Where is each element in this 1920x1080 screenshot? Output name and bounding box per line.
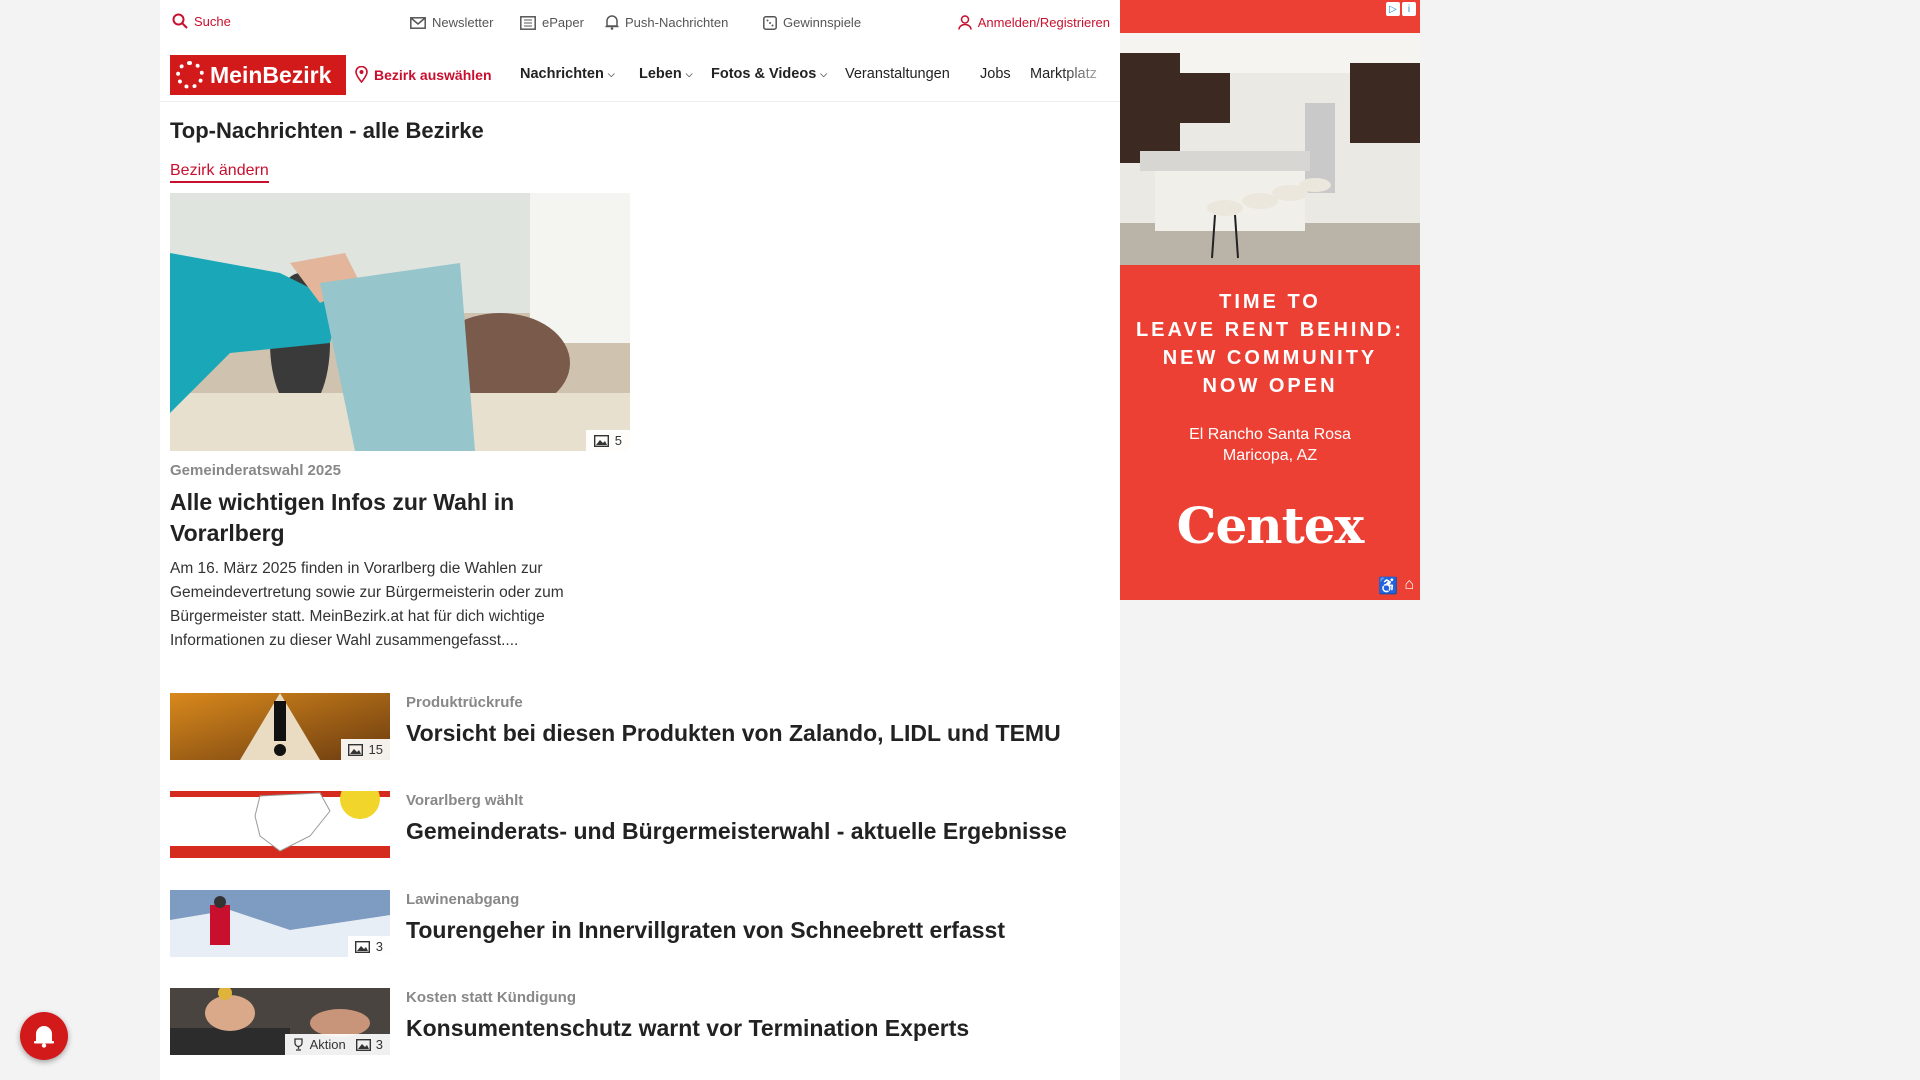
change-bezirk-link[interactable]: Bezirk ändern — [170, 162, 269, 183]
gewinnspiele-label: Gewinnspiele — [783, 15, 862, 30]
ballot-photo — [170, 193, 630, 451]
bezirk-select-label: Bezirk auswählen — [374, 66, 492, 83]
image-count-badge: 3 — [347, 936, 390, 957]
login-link[interactable]: Anmelden/Registrieren — [958, 15, 1110, 30]
gewinnspiele-link[interactable]: Gewinnspiele — [763, 15, 861, 30]
location-pin-icon — [355, 66, 368, 83]
nav-item-label: Jobs — [980, 66, 1011, 82]
ad-headline: TIME TO LEAVE RENT BEHIND: NEW COMMUNITY… — [1120, 288, 1420, 400]
tag-badge: Aktion 3 — [284, 1034, 390, 1055]
nav-item-jobs[interactable]: Jobs — [980, 66, 1011, 82]
image-count: 3 — [375, 1037, 383, 1052]
accessibility-icon: ♿ — [1378, 578, 1399, 595]
chevron-down-icon: ⌵ — [607, 68, 615, 79]
article-kicker: Kosten statt Kündigung — [406, 989, 576, 1006]
nav-item-veranstaltungen[interactable]: Veranstaltungen — [845, 66, 950, 82]
newsletter-link[interactable]: Newsletter — [410, 15, 493, 30]
ad-headline-line: NEW COMMUNITY — [1162, 347, 1378, 369]
image-count: 5 — [614, 433, 622, 448]
info-icon: i — [1402, 2, 1416, 16]
push-label: Push-Nachrichten — [625, 15, 729, 30]
image-count-badge: 5 — [585, 430, 630, 451]
gallery-icon — [354, 940, 370, 953]
epaper-link[interactable]: ePaper — [520, 15, 584, 30]
nav-item-label: Fotos & Videos — [711, 66, 817, 82]
logo-text: MeinBezirk — [210, 61, 332, 88]
gallery-icon — [347, 743, 363, 756]
article-thumbnail — [170, 791, 390, 858]
logo[interactable]: MeinBezirk — [170, 55, 346, 95]
chevron-down-icon: ⌵ — [820, 68, 828, 79]
mail-icon — [410, 16, 426, 29]
lead-kicker: Gemeinderatswahl 2025 — [170, 462, 341, 479]
ad-location: El Rancho Santa Rosa Maricopa, AZ — [1120, 424, 1420, 466]
login-label: Anmelden/Registrieren — [977, 15, 1110, 30]
push-notification-button[interactable] — [20, 1012, 68, 1060]
ad-location-line: Maricopa, AZ — [1222, 447, 1318, 464]
nav-item-nachrichten[interactable]: Nachrichten ⌵ — [520, 66, 615, 82]
ad-headline-line: LEAVE RENT BEHIND: — [1135, 319, 1405, 341]
article-thumbnail: Aktion 3 — [170, 988, 390, 1055]
article-kicker: Vorarlberg wählt — [406, 792, 524, 809]
section-title: Top-Nachrichten - alle Bezirke — [170, 118, 484, 143]
ad-headline-line: TIME TO — [1219, 291, 1321, 313]
push-link[interactable]: Push-Nachrichten — [605, 15, 728, 30]
nav-fade — [1060, 56, 1120, 96]
article-kicker: Lawinenabgang — [406, 891, 520, 908]
equal-housing-icon: ⌂ — [1404, 576, 1414, 593]
search-label: Suche — [194, 13, 231, 29]
advertisement[interactable]: ▷ i TIME TO LEAVE RENT BEHIND: NEW COMMU… — [1120, 0, 1420, 600]
list-item[interactable]: Vorarlberg wählt Gemeinderats- und Bürge… — [170, 791, 1110, 859]
epaper-label: ePaper — [542, 15, 584, 30]
nav-item-leben[interactable]: Leben ⌵ — [639, 66, 693, 82]
bezirk-select-button[interactable]: Bezirk auswählen — [355, 66, 492, 83]
ad-footer-icons: ♿ ⌂ — [1378, 576, 1414, 596]
image-count: 15 — [368, 742, 383, 757]
chevron-down-icon: ⌵ — [685, 68, 693, 79]
list-item[interactable]: Aktion 3 Kosten statt Kündigung Konsumen… — [170, 988, 1110, 1056]
gallery-icon — [355, 1038, 371, 1051]
main-column: Suche Newsletter ePaper Push-Nachrichten… — [160, 0, 1120, 1080]
newspaper-icon — [520, 15, 536, 30]
article-kicker: Produktrückrufe — [406, 694, 523, 711]
bell-icon — [605, 15, 619, 30]
ad-headline-line: NOW OPEN — [1202, 375, 1338, 397]
dice-icon — [763, 15, 777, 30]
article-thumbnail: 15 — [170, 693, 390, 760]
gallery-icon — [593, 434, 609, 447]
lead-article-image[interactable]: 5 — [170, 193, 630, 451]
list-item[interactable]: 15 Produktrückrufe Vorsicht bei diesen P… — [170, 693, 1110, 761]
adchoices-play-icon: ▷ — [1386, 2, 1400, 16]
nav-item-label: Veranstaltungen — [845, 66, 950, 82]
user-icon — [958, 15, 972, 30]
trophy-icon — [293, 1038, 303, 1051]
main-nav: MeinBezirk Bezirk auswählen Nachrichten ⌵… — [160, 46, 1120, 102]
ad-kitchen-photo — [1120, 33, 1420, 265]
utility-bar: Suche Newsletter ePaper Push-Nachrichten… — [160, 0, 1120, 46]
search-button[interactable]: Suche — [172, 13, 231, 29]
list-item[interactable]: 3 Lawinenabgang Tourengeher in Innervill… — [170, 890, 1110, 958]
article-title[interactable]: Vorsicht bei diesen Produkten von Zaland… — [406, 720, 1061, 747]
image-count-badge: 15 — [340, 739, 390, 760]
nav-item-label: Leben — [639, 66, 682, 82]
nav-item-fotos-videos[interactable]: Fotos & Videos ⌵ — [711, 66, 827, 82]
tag-label: Aktion — [309, 1037, 346, 1052]
ad-brand-logo: Centex — [1176, 496, 1365, 555]
article-thumbnail: 3 — [170, 890, 390, 957]
newsletter-label: Newsletter — [432, 15, 494, 30]
logo-flower-icon — [176, 61, 204, 89]
lead-title[interactable]: Alle wichtigen Infos zur Wahl in Vorarlb… — [170, 487, 630, 549]
image-count: 3 — [375, 939, 383, 954]
article-title[interactable]: Konsumentenschutz warnt vor Termination … — [406, 1015, 969, 1042]
bell-icon — [34, 1026, 54, 1048]
article-title[interactable]: Tourengeher in Innervillgraten von Schne… — [406, 917, 1005, 944]
ad-location-line: El Rancho Santa Rosa — [1189, 426, 1351, 443]
lead-teaser: Am 16. März 2025 finden in Vorarlberg di… — [170, 560, 564, 649]
search-icon — [172, 13, 188, 29]
ad-choices[interactable]: ▷ i — [1386, 2, 1416, 16]
nav-item-label: Nachrichten — [520, 66, 604, 82]
article-title[interactable]: Gemeinderats- und Bürgermeisterwahl - ak… — [406, 818, 1067, 845]
